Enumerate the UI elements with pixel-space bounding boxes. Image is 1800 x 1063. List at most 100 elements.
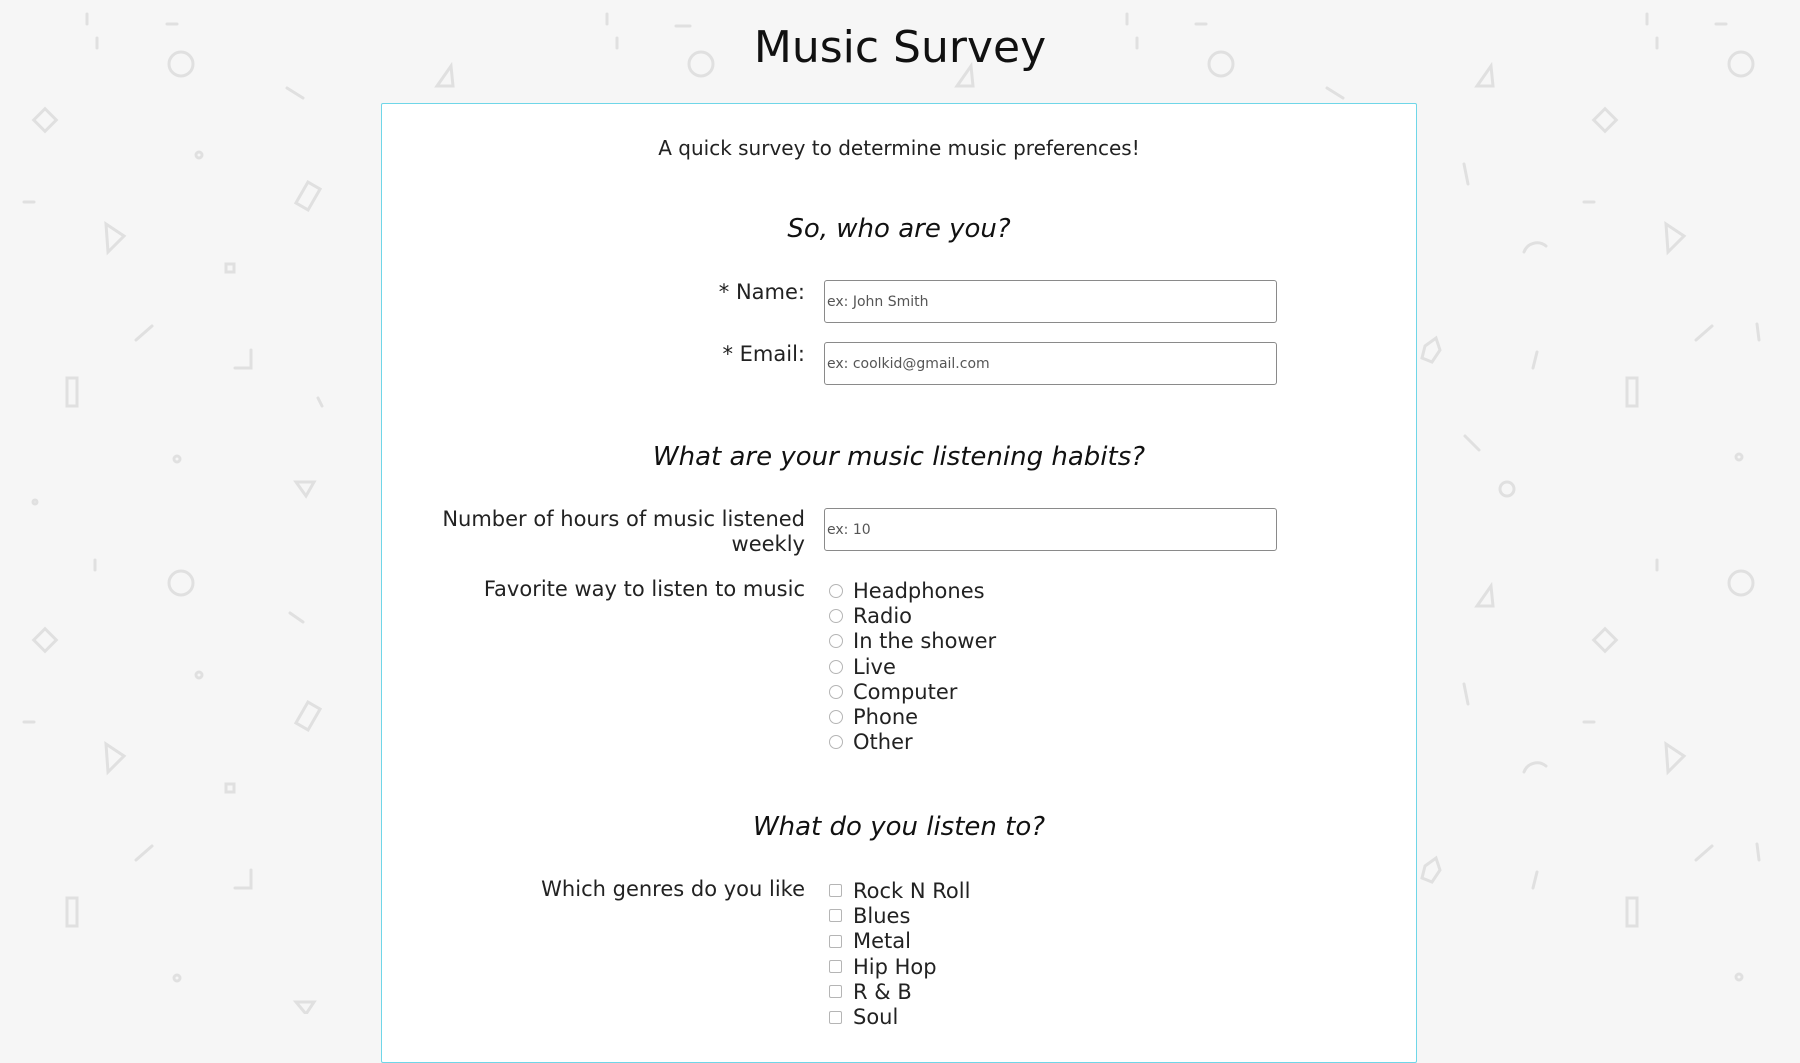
radio-button[interactable] bbox=[829, 659, 843, 674]
bracket-icon bbox=[1625, 896, 1639, 928]
favorite-way-label: Favorite way to listen to music bbox=[483, 577, 805, 601]
dot-icon bbox=[1734, 452, 1744, 462]
dash-icon bbox=[1462, 682, 1470, 706]
bracket-icon bbox=[233, 348, 253, 370]
radio-option-in-the-shower[interactable]: In the shower bbox=[829, 629, 996, 654]
genres-label: Which genres do you like bbox=[541, 877, 805, 901]
radio-option-computer[interactable]: Computer bbox=[829, 679, 996, 704]
genres-checkbox-group: Rock N Roll Blues Metal Hip Hop R & B So… bbox=[829, 878, 970, 1030]
dash-icon bbox=[134, 844, 154, 862]
dot-icon bbox=[31, 498, 39, 506]
dash-icon bbox=[1694, 844, 1714, 862]
radio-option-label: Computer bbox=[853, 679, 958, 704]
checkbox-option-label: Blues bbox=[853, 903, 911, 928]
checkbox[interactable] bbox=[829, 934, 842, 948]
checkbox[interactable] bbox=[829, 960, 842, 974]
radio-option-live[interactable]: Live bbox=[829, 654, 996, 679]
checkbox-option-blues[interactable]: Blues bbox=[829, 903, 970, 928]
page-title: Music Survey bbox=[753, 22, 1047, 73]
name-input[interactable] bbox=[824, 280, 1277, 323]
checkbox-option-label: Metal bbox=[853, 929, 911, 954]
radio-option-label: Live bbox=[853, 654, 896, 679]
pentagon-icon bbox=[1420, 335, 1442, 364]
diamond-icon bbox=[31, 626, 59, 654]
radio-option-label: In the shower bbox=[853, 629, 997, 654]
circle-icon bbox=[167, 569, 195, 597]
diamond-icon bbox=[1591, 106, 1619, 134]
section-title-identity: So, who are you? bbox=[787, 214, 1011, 244]
radio-option-radio[interactable]: Radio bbox=[829, 603, 996, 628]
radio-option-label: Phone bbox=[853, 705, 919, 730]
hours-label: Number of hours of music listened weekly bbox=[442, 507, 805, 556]
diamond-icon bbox=[1591, 626, 1619, 654]
radio-button[interactable] bbox=[829, 608, 843, 623]
checkbox[interactable] bbox=[829, 985, 842, 999]
email-input[interactable] bbox=[824, 342, 1277, 385]
radio-option-label: Other bbox=[853, 730, 913, 755]
triangle-icon bbox=[104, 741, 127, 776]
dash-icon bbox=[1325, 86, 1345, 100]
diamond-icon bbox=[293, 180, 323, 212]
dot-icon bbox=[172, 973, 182, 983]
checkbox-option-rock-n-roll[interactable]: Rock N Roll bbox=[829, 878, 970, 903]
dot-icon bbox=[194, 670, 204, 680]
dot-icon bbox=[224, 262, 236, 274]
checkbox-option-r-and-b[interactable]: R & B bbox=[829, 979, 970, 1004]
checkbox-option-metal[interactable]: Metal bbox=[829, 929, 970, 954]
dot-icon bbox=[224, 782, 236, 794]
radio-option-phone[interactable]: Phone bbox=[829, 704, 996, 729]
dash-icon bbox=[285, 86, 305, 100]
survey-form: A quick survey to determine music prefer… bbox=[381, 103, 1417, 1063]
dash-icon bbox=[1531, 870, 1539, 890]
dash-icon bbox=[134, 324, 154, 342]
hours-input[interactable] bbox=[824, 508, 1277, 551]
circle-icon bbox=[1727, 569, 1755, 597]
triangle-icon bbox=[1664, 221, 1687, 256]
circle-icon bbox=[1498, 480, 1516, 498]
dash-icon bbox=[1531, 350, 1539, 370]
radio-button[interactable] bbox=[829, 684, 843, 699]
dot-icon bbox=[194, 150, 204, 160]
checkbox-option-soul[interactable]: Soul bbox=[829, 1004, 970, 1029]
arc-icon bbox=[1522, 241, 1548, 254]
checkbox-option-label: Soul bbox=[853, 1005, 899, 1030]
radio-button[interactable] bbox=[829, 710, 843, 725]
dash-icon bbox=[1462, 162, 1470, 186]
checkbox-option-label: R & B bbox=[853, 979, 912, 1004]
radio-button[interactable] bbox=[829, 735, 843, 750]
bracket-icon bbox=[1625, 376, 1639, 408]
bracket-icon bbox=[233, 868, 253, 890]
radio-option-label: Radio bbox=[853, 603, 913, 628]
radio-option-other[interactable]: Other bbox=[829, 730, 996, 755]
dot-icon bbox=[172, 454, 182, 464]
checkbox-option-label: Rock N Roll bbox=[853, 878, 971, 903]
dash-icon bbox=[316, 396, 324, 408]
favorite-way-radio-group: Headphones Radio In the shower Live Comp… bbox=[829, 578, 996, 755]
diamond-icon bbox=[293, 700, 323, 732]
diamond-icon bbox=[31, 106, 59, 134]
triangle-icon bbox=[293, 480, 317, 499]
dot-icon bbox=[1734, 972, 1744, 982]
radio-option-headphones[interactable]: Headphones bbox=[829, 578, 996, 603]
bracket-icon bbox=[65, 376, 79, 408]
triangle-icon bbox=[1664, 741, 1687, 776]
name-label: * Name: bbox=[718, 280, 805, 304]
triangle-icon bbox=[292, 1000, 317, 1014]
section-title-habits: What are your music listening habits? bbox=[652, 442, 1146, 472]
bracket-icon bbox=[65, 896, 79, 928]
pentagon-icon bbox=[1420, 855, 1442, 884]
radio-option-label: Headphones bbox=[853, 578, 985, 603]
radio-button[interactable] bbox=[829, 583, 843, 598]
triangle-icon bbox=[104, 221, 127, 256]
checkbox-option-label: Hip Hop bbox=[853, 954, 937, 979]
arc-icon bbox=[1522, 761, 1548, 774]
checkbox[interactable] bbox=[829, 1010, 842, 1024]
triangle-icon bbox=[1474, 581, 1495, 608]
radio-button[interactable] bbox=[829, 634, 843, 649]
email-label: * Email: bbox=[722, 342, 805, 366]
checkbox[interactable] bbox=[829, 909, 842, 923]
survey-description: A quick survey to determine music prefer… bbox=[658, 136, 1140, 160]
checkbox-option-hip-hop[interactable]: Hip Hop bbox=[829, 954, 970, 979]
dash-icon bbox=[1463, 434, 1481, 452]
checkbox[interactable] bbox=[829, 884, 842, 898]
